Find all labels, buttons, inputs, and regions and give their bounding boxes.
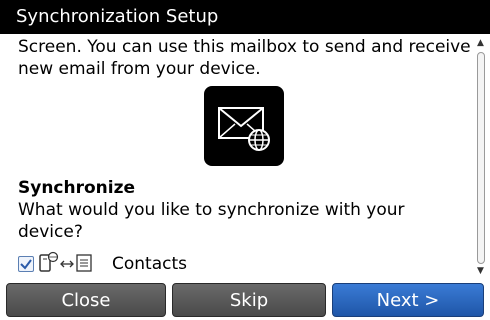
contacts-sync-option[interactable]: Contacts [18,251,187,278]
window-title: Synchronization Setup [0,0,490,34]
scroll-track[interactable] [477,52,485,264]
next-button[interactable]: Next > [332,283,484,317]
skip-button[interactable]: Skip [172,283,326,317]
scroll-up-arrow-icon[interactable]: ▲ [477,38,484,48]
email-globe-icon [204,86,284,166]
intro-text: Screen. You can use this mailbox to send… [18,37,471,79]
button-bar: Close Skip Next > [0,280,490,320]
sync-question: What would you like to synchronize with … [18,200,405,242]
vertical-scrollbar[interactable]: ▲ ▼ [474,38,488,278]
sync-heading: Synchronize [18,178,136,198]
contacts-checkbox[interactable] [18,256,34,272]
scroll-down-arrow-icon[interactable]: ▼ [477,266,484,276]
phone-sync-document-icon [38,251,110,278]
content-panel[interactable]: Screen. You can use this mailbox to send… [14,34,472,280]
close-button[interactable]: Close [6,283,166,317]
contacts-label: Contacts [112,254,187,274]
